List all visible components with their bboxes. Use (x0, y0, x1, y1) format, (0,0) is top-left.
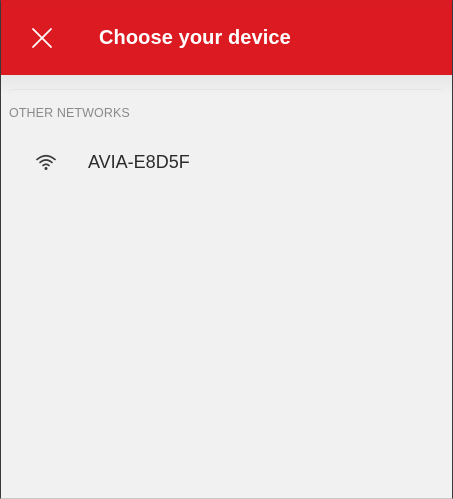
close-icon (32, 28, 52, 48)
close-button[interactable] (27, 23, 57, 53)
card-edge (9, 89, 444, 93)
app-bar: Choose your device (1, 1, 452, 75)
network-name: AVIA-E8D5F (88, 152, 190, 172)
section-header-other-networks: OTHER NETWORKS (9, 106, 130, 120)
wifi-icon (36, 154, 56, 170)
app-window: Choose your device OTHER NETWORKS AVIA-E… (0, 0, 453, 499)
network-list: OTHER NETWORKS AVIA-E8D5F (1, 75, 452, 498)
network-item[interactable]: AVIA-E8D5F (1, 141, 452, 183)
page-title: Choose your device (99, 27, 291, 49)
